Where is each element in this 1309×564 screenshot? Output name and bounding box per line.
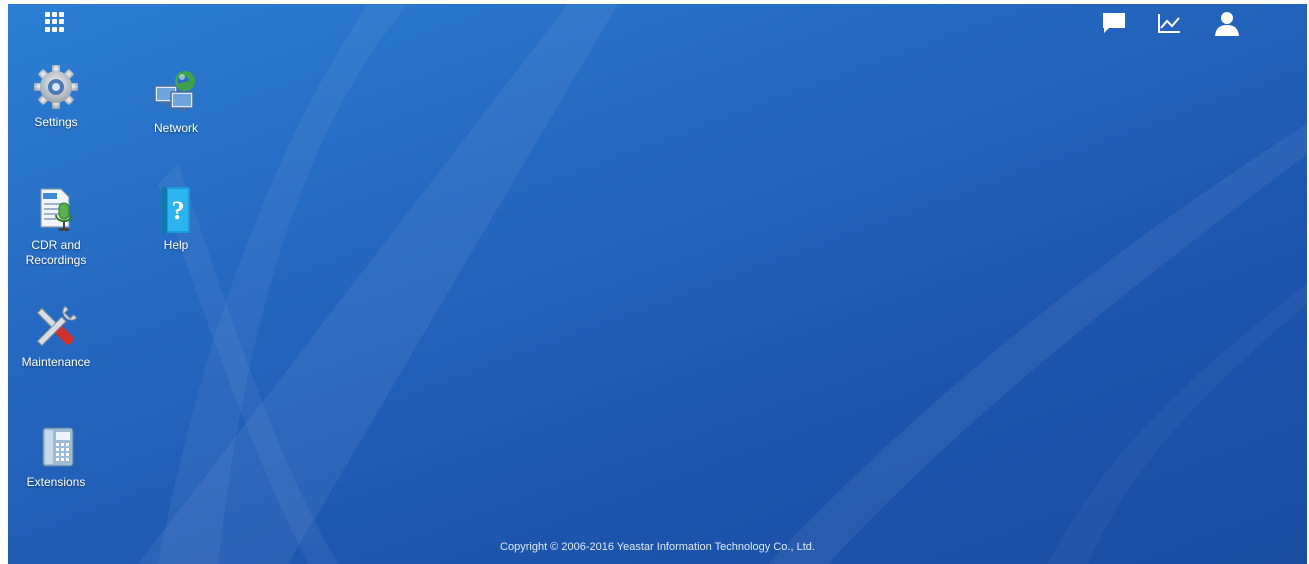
copyright-footer: Copyright © 2006-2016 Yeastar Informatio… <box>500 541 815 553</box>
network-globe-icon <box>154 71 195 111</box>
desktop-item-label: Settings <box>34 115 78 129</box>
help-book-icon: ? <box>162 187 190 233</box>
desktop-item-maintenance[interactable]: Maintenance <box>11 302 101 370</box>
user-icon[interactable] <box>1213 11 1241 37</box>
desktop: Settings Network CDR and Recordings ? He… <box>8 4 1307 564</box>
desktop-item-help[interactable]: ? Help <box>131 185 221 253</box>
desktop-item-label: Help <box>163 238 189 252</box>
desktop-item-network[interactable]: Network <box>131 68 221 136</box>
desk-phone-icon <box>42 427 74 467</box>
desktop-item-label: Maintenance <box>21 355 91 369</box>
desktop-item-cdr-recordings[interactable]: CDR and Recordings <box>11 185 101 268</box>
gear-icon <box>34 65 78 109</box>
svg-text:?: ? <box>172 196 185 225</box>
desktop-item-label: Network <box>153 121 198 135</box>
desktop-item-extensions[interactable]: Extensions <box>11 422 101 490</box>
chart-line-icon[interactable] <box>1155 11 1183 37</box>
desktop-item-settings[interactable]: Settings <box>11 62 101 130</box>
grid-icon[interactable] <box>45 12 65 32</box>
chat-icon[interactable] <box>1100 11 1128 37</box>
desktop-item-label: CDR and Recordings <box>25 238 87 267</box>
cdr-recordings-icon <box>40 188 73 231</box>
tools-icon <box>36 305 78 347</box>
desktop-item-label: Extensions <box>26 475 86 489</box>
